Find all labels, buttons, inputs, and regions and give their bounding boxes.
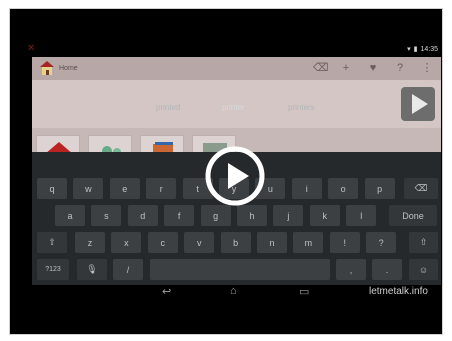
- key-2[interactable]: c: [147, 232, 178, 253]
- suggestion-3[interactable]: printers: [288, 103, 315, 112]
- shift-key-right[interactable]: ⇧: [409, 232, 438, 253]
- help-icon[interactable]: ?: [393, 62, 407, 75]
- slash-key[interactable]: /: [113, 259, 143, 280]
- shift-key-left[interactable]: ⇧: [37, 232, 67, 253]
- key-5[interactable]: h: [237, 205, 267, 226]
- key-6[interactable]: j: [273, 205, 304, 226]
- more-icon[interactable]: ⋮: [420, 62, 434, 75]
- key-8[interactable]: ?: [366, 232, 397, 253]
- key-6[interactable]: m: [293, 232, 324, 253]
- key-0[interactable]: a: [55, 205, 85, 226]
- key-3[interactable]: v: [184, 232, 215, 253]
- backspace-key[interactable]: ⌫: [404, 178, 438, 199]
- key-7[interactable]: i: [291, 178, 322, 199]
- home-icon[interactable]: [39, 60, 55, 76]
- key-7[interactable]: k: [309, 205, 340, 226]
- close-icon[interactable]: ✕: [27, 44, 35, 54]
- wifi-icon: ▾: [407, 46, 411, 53]
- heart-icon[interactable]: ♥: [366, 62, 380, 75]
- key-9[interactable]: p: [364, 178, 395, 199]
- status-bar: ▾ ▮ 14:35: [407, 45, 438, 54]
- comma-key[interactable]: ,: [336, 259, 366, 280]
- suggestion-2[interactable]: printer: [222, 103, 245, 112]
- backspace-icon[interactable]: ⌫: [313, 62, 329, 75]
- period-key[interactable]: .: [372, 259, 402, 280]
- recents-icon[interactable]: ▭: [299, 285, 309, 298]
- key-5[interactable]: n: [257, 232, 287, 253]
- battery-icon: ▮: [413, 46, 418, 53]
- mic-key[interactable]: 🎙: [77, 259, 107, 280]
- space-key[interactable]: [150, 259, 330, 280]
- suggestion-1[interactable]: printed: [156, 103, 180, 112]
- watermark: letmetalk.info: [369, 286, 428, 297]
- back-icon[interactable]: ↩: [162, 285, 171, 298]
- home-nav-icon[interactable]: ⌂: [230, 285, 237, 297]
- key-1[interactable]: w: [73, 178, 104, 199]
- home-label: Home: [59, 65, 78, 72]
- video-play-button[interactable]: [199, 146, 271, 206]
- play-icon: [412, 94, 428, 114]
- done-key[interactable]: Done: [389, 205, 437, 226]
- key-0[interactable]: z: [75, 232, 105, 253]
- emoji-key[interactable]: ☺: [409, 259, 438, 280]
- key-2[interactable]: e: [109, 178, 140, 199]
- microphone-icon: 🎙: [86, 264, 98, 274]
- key-8[interactable]: l: [346, 205, 377, 226]
- smiley-icon: ☺: [418, 264, 429, 275]
- key-8[interactable]: o: [328, 178, 359, 199]
- symbols-key[interactable]: ?123: [37, 259, 69, 280]
- key-4[interactable]: b: [220, 232, 251, 253]
- speak-button[interactable]: [401, 87, 435, 121]
- add-icon[interactable]: +: [339, 62, 353, 75]
- key-1[interactable]: s: [91, 205, 122, 226]
- key-1[interactable]: x: [111, 232, 142, 253]
- key-2[interactable]: d: [127, 205, 158, 226]
- key-0[interactable]: q: [37, 178, 67, 199]
- status-time: 14:35: [420, 45, 438, 53]
- key-3[interactable]: r: [146, 178, 177, 199]
- top-toolbar: Home ⌫ + ♥ ? ⋮: [32, 57, 441, 80]
- key-4[interactable]: g: [200, 205, 231, 226]
- key-7[interactable]: !: [329, 232, 360, 253]
- key-3[interactable]: f: [164, 205, 195, 226]
